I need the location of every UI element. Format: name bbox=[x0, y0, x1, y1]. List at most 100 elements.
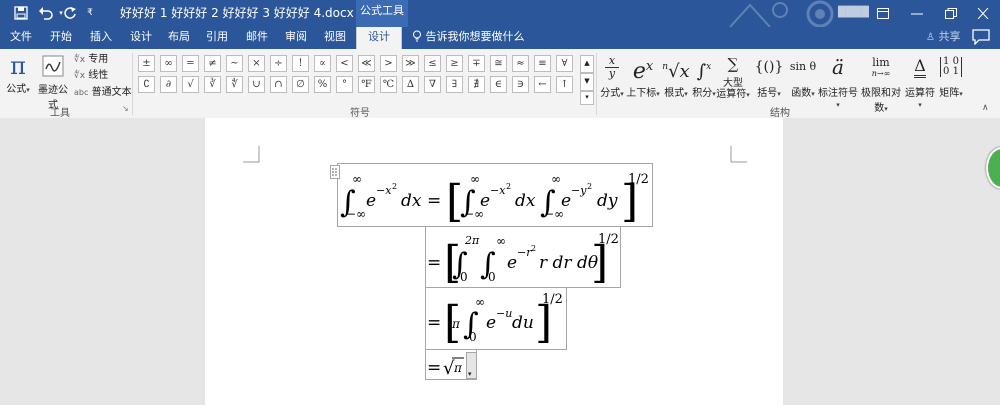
symbol-button[interactable]: ∋ bbox=[512, 76, 529, 93]
symbol-button[interactable]: ± bbox=[138, 55, 155, 72]
fraction-button[interactable]: xy 分式▾ bbox=[598, 52, 626, 100]
bracket-button[interactable]: {()} 括号▾ bbox=[754, 52, 784, 99]
tab-home[interactable]: 开始 bbox=[44, 27, 78, 49]
tab-references[interactable]: 引用 bbox=[200, 27, 234, 49]
tab-review[interactable]: 审阅 bbox=[279, 27, 313, 49]
symbol-button[interactable]: ≈ bbox=[512, 55, 529, 72]
chevron-down-icon: ▾ bbox=[811, 90, 815, 98]
formula-button[interactable]: π 公式▾ bbox=[4, 52, 32, 95]
gallery-scroll-up[interactable]: ▲ bbox=[580, 55, 594, 73]
symbol-button[interactable]: ≡ bbox=[534, 55, 551, 72]
symbol-button[interactable]: < bbox=[336, 55, 353, 72]
symbol-button[interactable]: ! bbox=[292, 55, 309, 72]
tell-me-search[interactable]: 告诉我你想要做什么 bbox=[412, 27, 525, 49]
symbol-button[interactable]: ∞ bbox=[160, 55, 177, 72]
symbol-button[interactable]: ∝ bbox=[314, 55, 331, 72]
symbol-button[interactable]: ~ bbox=[226, 55, 243, 72]
equation-line-box[interactable] bbox=[425, 287, 567, 350]
function-button[interactable]: sin θ 函数▾ bbox=[788, 52, 818, 99]
summation-icon: ∑ bbox=[727, 55, 739, 73]
tab-equation-design[interactable]: 设计 bbox=[356, 27, 402, 49]
close-icon[interactable] bbox=[966, 0, 1000, 27]
group-separator bbox=[596, 53, 597, 115]
tab-design[interactable]: 设计 bbox=[124, 27, 158, 49]
gallery-scroll-down[interactable]: ▼ bbox=[580, 73, 594, 91]
dialog-launcher-icon[interactable]: ↘ bbox=[122, 104, 129, 113]
equation-options-button[interactable]: ▾ bbox=[466, 352, 477, 379]
customize-icon[interactable]: ₹ bbox=[84, 3, 96, 23]
integral-button[interactable]: ∫x 积分▾ bbox=[690, 52, 718, 99]
linear-label: 线性 bbox=[88, 70, 109, 81]
accent-button[interactable]: ä 标注符号 ▾ bbox=[818, 52, 858, 110]
symbol-button[interactable]: ℃ bbox=[380, 76, 397, 93]
symbol-button[interactable]: ≤ bbox=[424, 55, 441, 72]
symbol-button[interactable]: ↑ bbox=[556, 76, 573, 93]
limit-log-button[interactable]: lim n→∞ 极限和对数▾ bbox=[858, 52, 904, 114]
equation-line-box[interactable] bbox=[337, 163, 653, 227]
symbol-button[interactable]: ° bbox=[336, 76, 353, 93]
minimize-icon[interactable] bbox=[900, 0, 934, 27]
redo-icon[interactable] bbox=[62, 3, 78, 23]
matrix-button[interactable]: 1 00 1 矩阵▾ bbox=[936, 52, 966, 100]
tab-layout[interactable]: 布局 bbox=[162, 27, 196, 49]
ink-equation-button[interactable]: 墨迹公式 bbox=[34, 52, 72, 111]
tab-insert[interactable]: 插入 bbox=[84, 27, 118, 49]
symbol-button[interactable]: ∓ bbox=[468, 55, 485, 72]
symbol-button[interactable]: × bbox=[248, 55, 265, 72]
group-separator bbox=[132, 53, 133, 115]
symbol-button[interactable]: ∄ bbox=[468, 76, 485, 93]
symbol-button[interactable]: % bbox=[314, 76, 331, 93]
symbol-button[interactable]: ∈ bbox=[490, 76, 507, 93]
chevron-down-icon: ▾ bbox=[620, 90, 624, 98]
radical-button[interactable]: n√x 根式▾ bbox=[662, 52, 690, 99]
chevron-down-icon: ▾ bbox=[836, 101, 840, 109]
gallery-expand[interactable]: ▾ bbox=[580, 91, 594, 105]
symbol-button[interactable]: ∁ bbox=[138, 76, 155, 93]
symbol-button[interactable]: ∆ bbox=[402, 76, 419, 93]
chevron-down-icon: ▾ bbox=[656, 90, 660, 98]
symbol-button[interactable]: ÷ bbox=[270, 55, 287, 72]
symbol-button[interactable]: ∪ bbox=[248, 76, 265, 93]
linear-button[interactable]: ∜x 线性 bbox=[74, 68, 108, 84]
symbol-button[interactable]: ∛ bbox=[204, 76, 221, 93]
symbol-button[interactable]: = bbox=[182, 55, 199, 72]
symbol-button[interactable]: ≠ bbox=[204, 55, 221, 72]
symbol-button[interactable]: ≥ bbox=[446, 55, 463, 72]
save-icon[interactable] bbox=[10, 3, 32, 23]
normal-text-button[interactable]: abc 普通文本 bbox=[74, 85, 132, 101]
tab-file[interactable]: 文件 bbox=[4, 27, 38, 49]
symbol-button[interactable]: ← bbox=[534, 76, 551, 93]
ink-equation-icon bbox=[42, 55, 64, 77]
symbol-button[interactable]: ≪ bbox=[358, 55, 375, 72]
user-name[interactable]: ████ bbox=[838, 4, 869, 22]
tab-view[interactable]: 视图 bbox=[318, 27, 352, 49]
share-button[interactable]: ♙ 共享 bbox=[926, 27, 960, 49]
symbol-button[interactable]: ∅ bbox=[292, 76, 309, 93]
symbol-button[interactable]: √ bbox=[182, 76, 199, 93]
collapse-ribbon-icon[interactable]: ∧ bbox=[982, 103, 989, 113]
symbol-button[interactable]: ≫ bbox=[402, 55, 419, 72]
symbol-button[interactable]: ∩ bbox=[270, 76, 287, 93]
equation-line-box[interactable] bbox=[425, 226, 621, 288]
script-button[interactable]: ex 上下标▾ bbox=[626, 52, 660, 99]
restore-icon[interactable] bbox=[934, 0, 968, 27]
symbol-button[interactable]: ∂ bbox=[160, 76, 177, 93]
professional-button[interactable]: ∜x 专用 bbox=[74, 52, 108, 68]
large-operator-button[interactable]: ∑ 大型 运算符▾ bbox=[716, 52, 750, 101]
bracket-icon: {()} bbox=[754, 59, 784, 75]
undo-icon[interactable] bbox=[34, 3, 58, 23]
fraction-icon: xy bbox=[598, 52, 626, 84]
symbol-button[interactable]: ℉ bbox=[358, 76, 375, 93]
comment-icon[interactable] bbox=[972, 29, 990, 45]
symbol-button[interactable]: ∀ bbox=[556, 55, 573, 72]
symbol-button[interactable]: > bbox=[380, 55, 397, 72]
tab-mailings[interactable]: 邮件 bbox=[240, 27, 274, 49]
symbol-button[interactable]: ∇ bbox=[424, 76, 441, 93]
equation-drag-handle[interactable] bbox=[330, 165, 340, 179]
symbol-button[interactable]: ≅ bbox=[490, 55, 507, 72]
ribbon-display-icon[interactable] bbox=[866, 0, 900, 27]
operator-button[interactable]: Δ 运算符 ▾ bbox=[904, 52, 936, 110]
symbol-button[interactable]: ∜ bbox=[226, 76, 243, 93]
matrix-label: 矩阵 bbox=[939, 88, 960, 99]
symbol-button[interactable]: ∃ bbox=[446, 76, 463, 93]
